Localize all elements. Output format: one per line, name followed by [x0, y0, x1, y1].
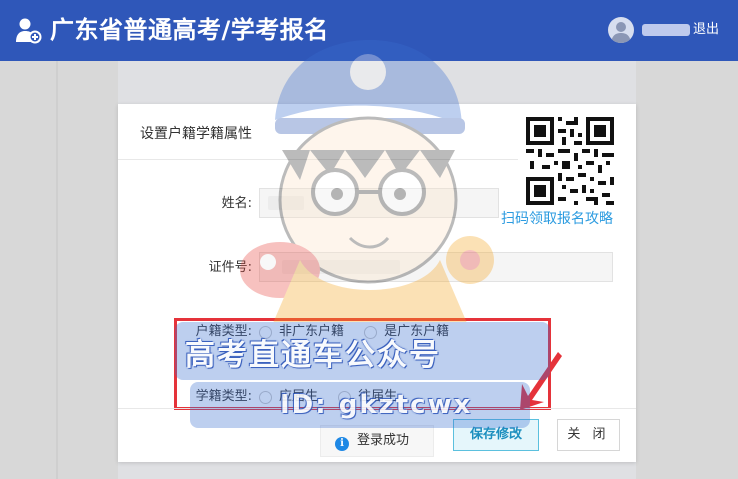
radio-circle-icon[interactable] [364, 325, 378, 339]
app-title: 广东省普通高考/学考报名 [50, 16, 329, 44]
id-number-label: 证件号: [208, 260, 252, 275]
user-add-icon [16, 18, 42, 44]
hukou-type-label: 户籍类型: [195, 324, 252, 339]
name-field[interactable] [259, 188, 499, 218]
radio-option-label: 是广东户籍 [384, 324, 450, 339]
radio-guangdong-hukou[interactable]: 是广东户籍 [364, 323, 449, 341]
radio-option-label: 往届生 [358, 389, 398, 404]
qr-caption-link[interactable]: 扫码领取报名攻略 [501, 210, 613, 228]
modal-title-divider [118, 159, 518, 160]
xueji-type-radio-group: 应届生 往届生 [259, 388, 413, 410]
user-avatar-icon[interactable] [608, 17, 634, 43]
xueji-type-label: 学籍类型: [195, 389, 252, 404]
radio-circle-icon[interactable] [259, 390, 272, 404]
name-label: 姓名: [221, 196, 252, 211]
close-button[interactable]: 关 闭 [557, 419, 620, 451]
qr-code-image [526, 117, 614, 205]
login-success-toast: i 登录成功 [320, 425, 434, 457]
modal-title: 设置户籍学籍属性 [140, 126, 252, 142]
page: 广东省普通高考/学考报名 退出 设置户籍学籍属性 扫码领取报名攻略 姓名: 证件… [0, 0, 738, 479]
name-value-blurred [268, 196, 304, 210]
background-divider [56, 61, 58, 479]
toast-message: 登录成功 [357, 433, 410, 448]
radio-non-guangdong-hukou[interactable]: 非广东户籍 [259, 323, 344, 341]
top-header: 广东省普通高考/学考报名 退出 [0, 0, 738, 61]
background-right [636, 61, 738, 479]
radio-option-label: 应届生 [279, 389, 319, 404]
radio-circle-icon[interactable] [259, 325, 272, 339]
red-arrow-icon [520, 352, 562, 410]
save-button[interactable]: 保存修改 [453, 419, 539, 451]
id-number-field[interactable] [259, 252, 613, 282]
hukou-type-radio-group: 非广东户籍 是广东户籍 [259, 323, 465, 345]
background-left [0, 61, 118, 479]
user-name-blurred [642, 24, 690, 36]
radio-circle-icon[interactable] [338, 390, 352, 404]
radio-past-graduate[interactable]: 往届生 [338, 388, 397, 406]
radio-option-label: 非广东户籍 [279, 324, 345, 339]
info-icon: i [335, 437, 349, 451]
radio-current-graduate[interactable]: 应届生 [259, 388, 318, 406]
logout-link[interactable]: 退出 [693, 20, 719, 40]
id-value-blurred [282, 260, 400, 274]
